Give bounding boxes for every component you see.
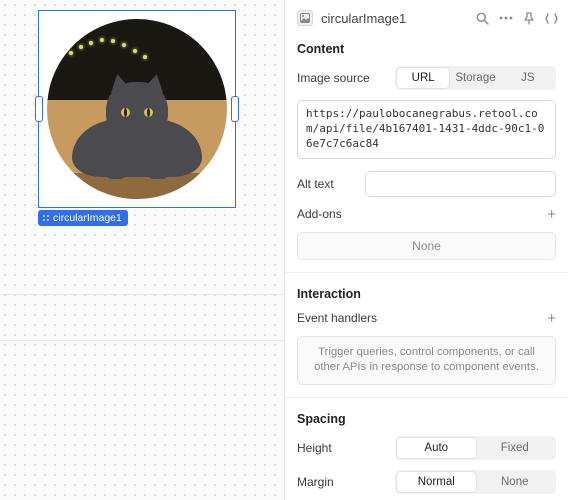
- segmented-margin: Normal None: [395, 470, 556, 494]
- label-margin: Margin: [297, 475, 387, 489]
- addons-empty-state[interactable]: None: [297, 232, 556, 260]
- seg-storage[interactable]: Storage: [449, 68, 501, 88]
- component-tag-label: circularImage1: [53, 212, 122, 224]
- panel-header: circularImage1: [285, 6, 568, 34]
- section-title-interaction: Interaction: [297, 287, 556, 301]
- label-alt-text: Alt text: [297, 177, 357, 191]
- add-event-handler-button[interactable]: +: [547, 311, 556, 326]
- seg-height-auto[interactable]: Auto: [397, 438, 476, 458]
- canvas-guide-line: [0, 294, 284, 295]
- add-addon-button[interactable]: +: [547, 207, 556, 222]
- panel-title: circularImage1: [321, 11, 468, 26]
- selected-component[interactable]: [38, 10, 236, 208]
- segmented-image-source: URL Storage JS: [395, 66, 556, 90]
- expand-icon[interactable]: [545, 13, 558, 24]
- circular-image: [47, 19, 227, 199]
- row-alt-text: Alt text: [297, 171, 556, 197]
- row-image-source: Image source URL Storage JS: [297, 66, 556, 90]
- event-handlers-hint[interactable]: Trigger queries, control components, or …: [297, 336, 556, 386]
- input-alt-text[interactable]: [365, 171, 556, 197]
- seg-height-fixed[interactable]: Fixed: [476, 438, 555, 458]
- component-type-icon: [297, 10, 313, 26]
- pin-icon[interactable]: [523, 12, 535, 25]
- section-interaction: Interaction Event handlers + Trigger que…: [285, 272, 568, 394]
- seg-url[interactable]: URL: [397, 68, 449, 88]
- section-title-spacing: Spacing: [297, 412, 556, 426]
- segmented-height: Auto Fixed: [395, 436, 556, 460]
- string-lights-decor: [65, 33, 167, 63]
- section-spacing: Spacing Height Auto Fixed Margin Normal …: [285, 397, 568, 500]
- properties-panel: circularImage1 Content Image source URL …: [284, 0, 568, 500]
- section-content: Content Image source URL Storage JS http…: [285, 34, 568, 268]
- section-title-content: Content: [297, 42, 556, 56]
- seg-margin-normal[interactable]: Normal: [397, 472, 476, 492]
- row-addons-header: Add-ons +: [297, 207, 556, 222]
- row-event-handlers-header: Event handlers +: [297, 311, 556, 326]
- seg-margin-none[interactable]: None: [476, 472, 555, 492]
- label-height: Height: [297, 441, 387, 455]
- row-margin: Margin Normal None: [297, 470, 556, 494]
- label-event-handlers: Event handlers: [297, 311, 377, 325]
- component-tag[interactable]: circularImage1: [38, 210, 128, 226]
- seg-js[interactable]: JS: [502, 68, 554, 88]
- canvas-guide-line: [0, 340, 284, 341]
- label-addons: Add-ons: [297, 207, 342, 221]
- label-image-source: Image source: [297, 71, 387, 85]
- drag-handle-icon: [42, 214, 50, 222]
- cat-illustration: [72, 82, 202, 177]
- row-height: Height Auto Fixed: [297, 436, 556, 460]
- input-image-url[interactable]: https://paulobocanegrabus.retool.com/api…: [297, 100, 556, 159]
- more-icon[interactable]: [499, 16, 513, 20]
- editor-canvas[interactable]: circularImage1: [0, 0, 284, 500]
- search-icon[interactable]: [476, 12, 489, 25]
